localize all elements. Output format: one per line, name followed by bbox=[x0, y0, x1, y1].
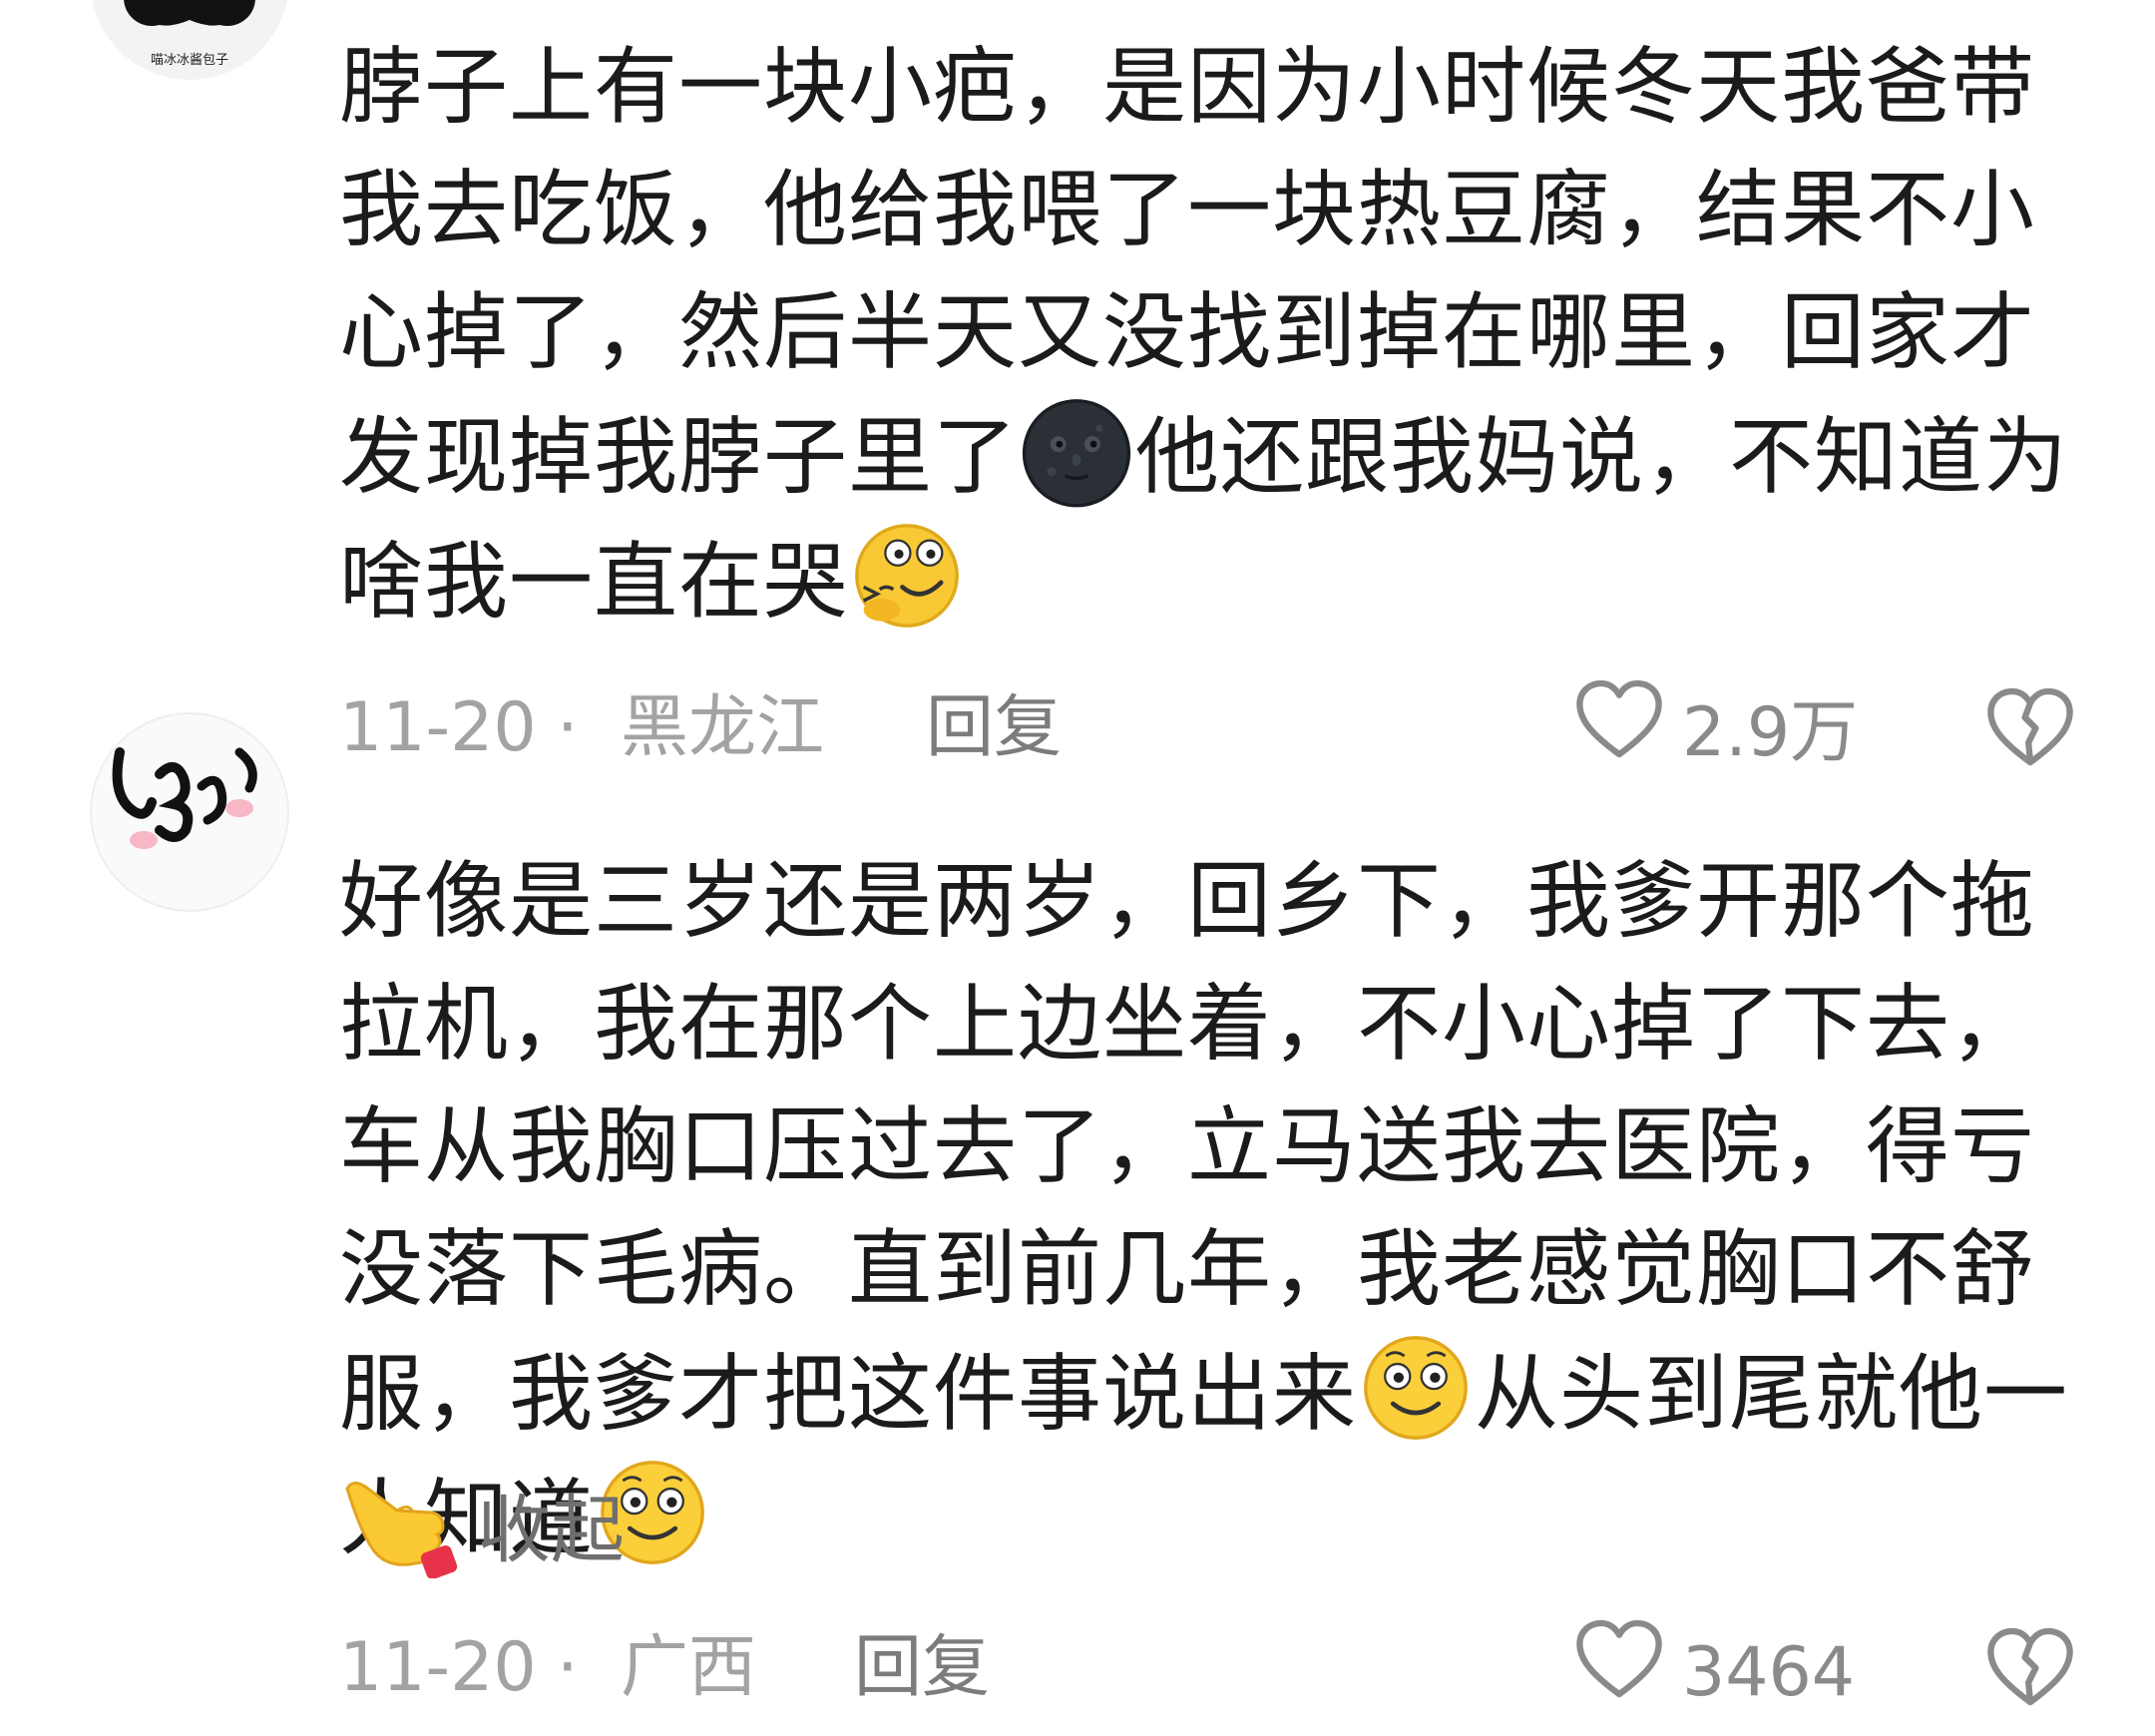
comment-location: 广西 bbox=[621, 1628, 757, 1707]
broken-heart-icon bbox=[1987, 1627, 2073, 1706]
reply-button[interactable]: 回复 bbox=[854, 1618, 990, 1718]
like-count: 2.9万 bbox=[1682, 693, 1859, 772]
svg-text:喵冰冰酱包子: 喵冰冰酱包子 bbox=[151, 53, 228, 68]
comment-date: 11-20 bbox=[339, 1628, 537, 1707]
smile-emoji-icon bbox=[1359, 1331, 1473, 1445]
comment-meta: 11-20 · 黑龙江 回复 2.9万 bbox=[339, 678, 2075, 778]
comment-text: 脖子上有一块小疤，是因为小时候冬天我爸带我去吃饭，他给我喂了一块热豆腐，结果不小… bbox=[339, 26, 2075, 644]
meta-separator: · bbox=[557, 688, 579, 767]
heart-icon bbox=[1574, 1618, 1682, 1728]
dislike-button[interactable] bbox=[1985, 1626, 2075, 1708]
like-count: 3464 bbox=[1682, 1633, 1856, 1712]
laughing-tears-emoji-icon bbox=[850, 519, 964, 633]
like-button[interactable]: 3464 bbox=[1574, 1618, 1855, 1728]
avatar[interactable] bbox=[90, 712, 289, 912]
comment-location: 黑龙江 bbox=[621, 688, 825, 767]
like-button[interactable]: 2.9万 bbox=[1574, 678, 1858, 788]
broken-heart-icon bbox=[1987, 687, 2073, 766]
comment-meta: 11-20 · 广西 回复 3464 bbox=[339, 1618, 2075, 1718]
dark-moon-face-icon bbox=[1020, 394, 1133, 508]
meta-separator: · bbox=[557, 1628, 579, 1707]
comment-date: 11-20 bbox=[339, 688, 537, 767]
avatar[interactable]: 喵冰冰酱包子 bbox=[90, 0, 289, 80]
pointing-hand-icon bbox=[339, 1469, 459, 1578]
dislike-button[interactable] bbox=[1985, 686, 2075, 768]
collapse-button[interactable]: 收起 bbox=[339, 1459, 625, 1588]
collapse-label: 收起 bbox=[477, 1487, 625, 1573]
reply-button[interactable]: 回复 bbox=[926, 678, 1062, 778]
heart-icon bbox=[1574, 678, 1682, 788]
